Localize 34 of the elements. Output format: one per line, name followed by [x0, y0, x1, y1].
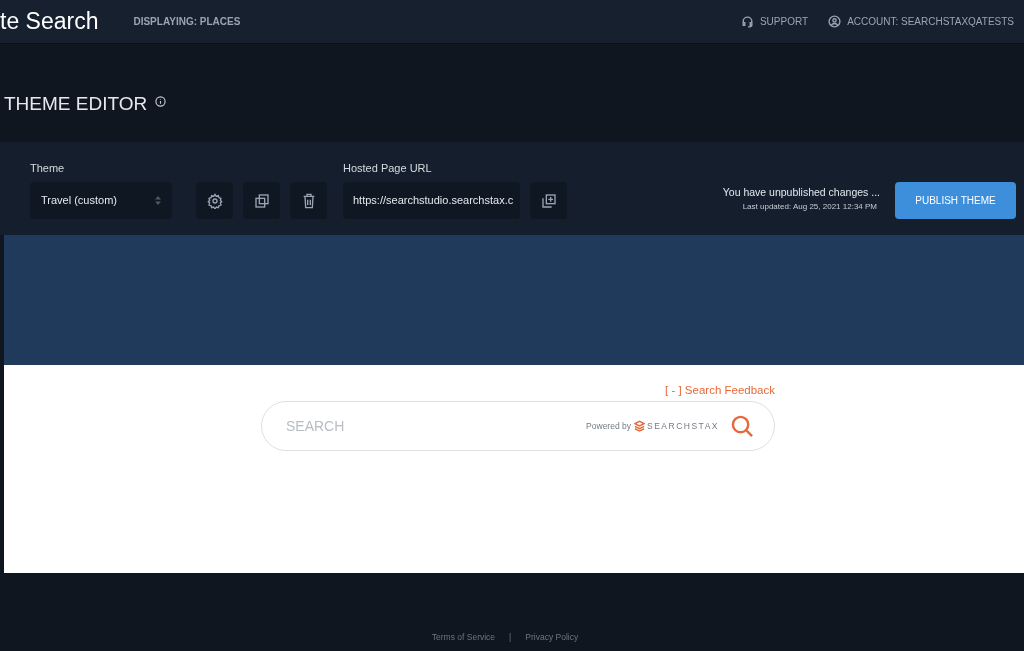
search-icon[interactable]	[731, 414, 754, 438]
unpublished-status: You have unpublished changes ...	[722, 185, 880, 200]
trash-icon	[301, 192, 316, 209]
sort-caret-icon	[155, 196, 161, 205]
app-title: te Search	[0, 7, 99, 37]
search-field[interactable]: SEARCH Powered by SEARCHSTAX	[261, 401, 775, 452]
publish-button[interactable]: PUBLISH THEME	[895, 182, 1016, 219]
page-title: THEME EDITOR	[4, 91, 148, 116]
duplicate-button[interactable]	[243, 182, 280, 219]
privacy-link[interactable]: Privacy Policy	[525, 631, 579, 644]
theme-label: Theme	[30, 161, 66, 176]
theme-select[interactable]: Travel (custom)	[30, 182, 172, 219]
search-feedback-link[interactable]: [ - ] Search Feedback	[665, 382, 775, 400]
headset-icon	[740, 15, 754, 28]
last-updated: Last updated: Aug 25, 2021 12:34 PM	[742, 200, 877, 213]
displaying-label: DISPLAYING: PLACES	[133, 15, 241, 29]
url-field[interactable]: https://searchstudio.searchstax.c	[343, 182, 520, 219]
search-placeholder: SEARCH	[286, 416, 346, 436]
terms-link[interactable]: Terms of Service	[431, 631, 496, 644]
stacked-layers-icon	[634, 420, 645, 433]
delete-button[interactable]	[290, 182, 327, 219]
account-link[interactable]: ACCOUNT: SEARCHSTAXQATESTS	[828, 14, 1014, 29]
copy-add-icon	[540, 192, 557, 209]
brand-name: SEARCHSTAX	[647, 419, 719, 433]
settings-button[interactable]	[196, 182, 233, 219]
support-link[interactable]: SUPPORT	[740, 14, 809, 29]
copy-url-button[interactable]	[530, 182, 567, 219]
footer-separator: |	[508, 631, 513, 644]
settings-icon	[206, 192, 223, 209]
info-icon	[155, 95, 167, 107]
copy-icon	[253, 192, 270, 209]
powered-by-label: Powered by	[586, 419, 631, 433]
url-label: Hosted Page URL	[343, 161, 433, 176]
user-icon	[828, 15, 842, 28]
